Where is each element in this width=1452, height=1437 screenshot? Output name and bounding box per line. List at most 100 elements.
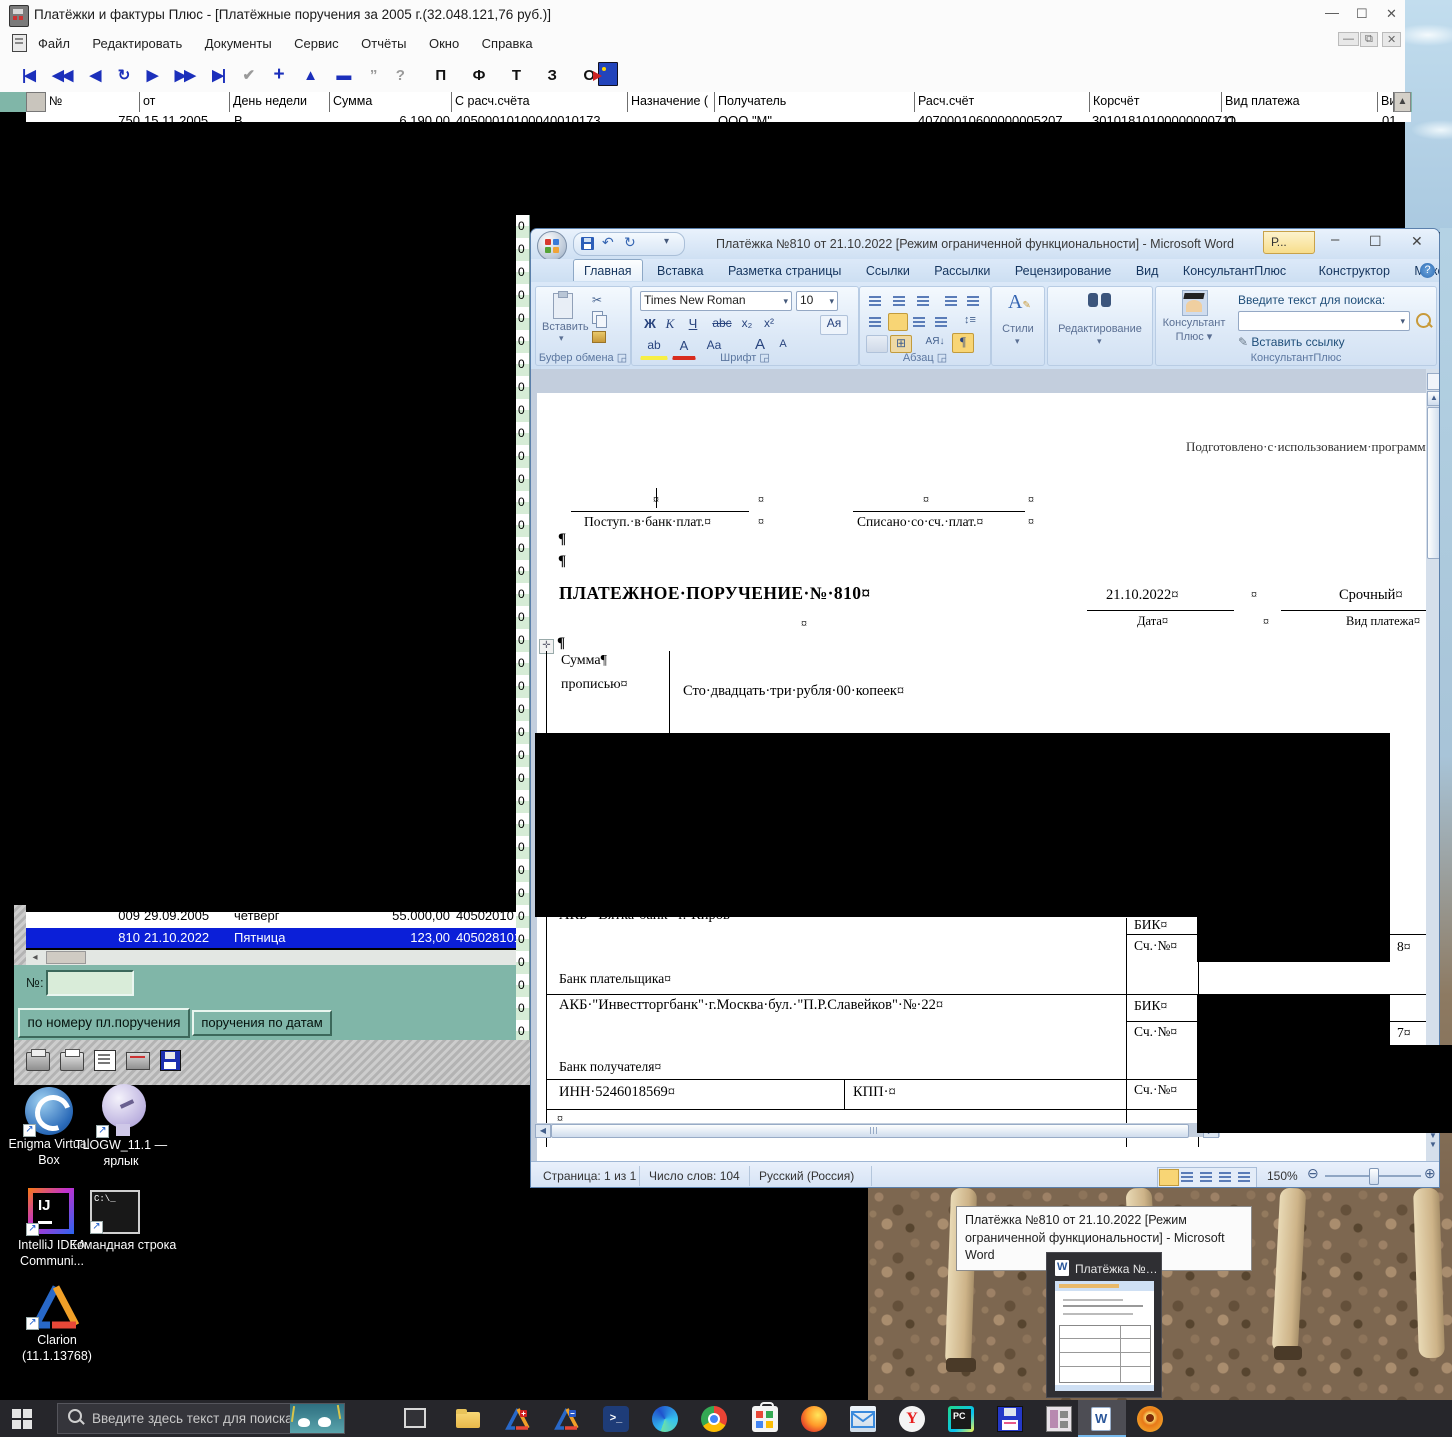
number-input[interactable]: [46, 970, 134, 996]
tab-by-number[interactable]: по номеру пл.поручения: [18, 1008, 190, 1038]
table-row-selected[interactable]: 810 21.10.2022 Пятница 123,00 405028101: [26, 928, 516, 948]
consultant-search-input[interactable]: ▾: [1238, 311, 1410, 331]
zoom-level[interactable]: 150%: [1267, 1169, 1298, 1183]
toolbar-letter-p[interactable]: П: [435, 67, 446, 84]
draft-view-button[interactable]: [1236, 1169, 1254, 1184]
thumbnail-preview[interactable]: [1055, 1281, 1154, 1391]
refresh-button[interactable]: ↻: [118, 67, 129, 84]
col-weekday[interactable]: День недели: [230, 92, 330, 112]
pycharm-icon[interactable]: PC: [948, 1406, 974, 1432]
doc-vscrollbar[interactable]: ▲ ▲▲ ▼▼: [1426, 369, 1440, 1161]
menu-service[interactable]: Сервис: [294, 36, 339, 51]
multilevel-list-button[interactable]: [914, 292, 934, 310]
ruler-toggle-icon[interactable]: [1427, 373, 1440, 390]
font-size-combo[interactable]: 10▾: [796, 291, 838, 311]
tab-consultant[interactable]: КонсультантПлюс: [1173, 260, 1296, 281]
increase-indent-button[interactable]: [964, 292, 984, 310]
printer-icon[interactable]: [126, 1052, 150, 1070]
col-date[interactable]: от: [140, 92, 230, 112]
styles-button[interactable]: A✎ Стили ▾: [992, 291, 1044, 351]
copies-icon[interactable]: [94, 1050, 116, 1071]
col-paytype[interactable]: Вид платежа: [1222, 92, 1378, 112]
editing-button[interactable]: Редактирование ▾: [1048, 291, 1152, 351]
menu-help[interactable]: Справка: [482, 36, 533, 51]
printer-icon[interactable]: [60, 1052, 84, 1071]
next-record-button[interactable]: ▶: [147, 67, 157, 84]
tab-design[interactable]: Конструктор: [1309, 260, 1400, 281]
qat-dropdown-icon[interactable]: ▾: [664, 236, 669, 247]
undo-icon[interactable]: ↶: [602, 234, 614, 251]
add-button[interactable]: +: [274, 64, 285, 85]
decrease-indent-button[interactable]: [942, 292, 962, 310]
status-page[interactable]: Страница: 1 из 1: [543, 1169, 636, 1183]
bold-button[interactable]: Ж: [640, 315, 660, 335]
col-vid[interactable]: Вид: [1378, 92, 1394, 112]
status-language[interactable]: Русский (Россия): [759, 1169, 854, 1183]
quotes-button[interactable]: ”: [370, 67, 378, 84]
insert-link-button[interactable]: ✎ Вставить ссылку: [1238, 335, 1345, 349]
col-receiver[interactable]: Получатель: [715, 92, 915, 112]
dialog-launcher-icon[interactable]: ◲: [937, 352, 947, 364]
desktop-icon-clarion[interactable]: ↗ Clarion (11.1.13768): [2, 1283, 112, 1369]
tab-page-layout[interactable]: Разметка страницы: [718, 260, 851, 281]
explorer-icon[interactable]: [455, 1406, 481, 1432]
mdi-restore-button[interactable]: ⧉: [1360, 32, 1378, 47]
firefox-icon[interactable]: [801, 1406, 827, 1432]
payment-app-icon[interactable]: [1046, 1406, 1072, 1432]
exit-door-icon[interactable]: [598, 62, 618, 86]
format-painter-icon[interactable]: [592, 331, 606, 343]
minimize-button[interactable]: –: [1331, 231, 1339, 248]
save-icon[interactable]: [160, 1050, 181, 1071]
addin-button[interactable]: Р...: [1263, 231, 1315, 254]
app-minimize-button[interactable]: —: [1325, 4, 1339, 20]
taskbar-search[interactable]: Введите здесь текст для поиска: [57, 1403, 345, 1434]
zoom-slider-thumb[interactable]: [1369, 1168, 1379, 1185]
col-sum[interactable]: Сумма: [330, 92, 452, 112]
mail-icon[interactable]: [850, 1406, 876, 1432]
scroll-up-icon[interactable]: ▲: [1427, 391, 1440, 406]
next-page-button[interactable]: ▶▶: [175, 67, 194, 84]
confirm-button[interactable]: ✔: [242, 67, 255, 84]
desktop-icon-tlogw[interactable]: ↗ TLOGW_11.1 — ярлык: [78, 1082, 164, 1172]
line-spacing-button[interactable]: ↕≡: [958, 313, 982, 331]
chrome-icon[interactable]: [701, 1406, 727, 1432]
table-row-prev[interactable]: 009 29.09.2005 четверг 55.000,00 4050201…: [26, 912, 516, 928]
scroll-up-button[interactable]: ▲: [1394, 92, 1411, 112]
consultant-button[interactable]: Консультант Плюс ▾: [1162, 289, 1226, 351]
tab-insert[interactable]: Вставка: [647, 260, 713, 281]
scroll-thumb[interactable]: [46, 951, 86, 964]
printer-icon[interactable]: [26, 1052, 50, 1071]
clarion-blue-icon[interactable]: [554, 1406, 580, 1432]
scroll-thumb[interactable]: [1427, 407, 1440, 559]
redo-icon[interactable]: ↻: [624, 234, 636, 251]
font-name-combo[interactable]: Times New Roman▾: [640, 291, 792, 311]
col-from-account[interactable]: С расч.счёта: [452, 92, 628, 112]
mdi-minimize-button[interactable]: —: [1338, 32, 1359, 46]
web-view-button[interactable]: [1198, 1169, 1216, 1184]
xnview-icon[interactable]: [1137, 1406, 1163, 1432]
menu-file[interactable]: Файл: [38, 36, 70, 51]
cut-icon[interactable]: ✂: [592, 293, 602, 307]
app-close-button[interactable]: ✕: [1386, 6, 1397, 22]
copy-icon[interactable]: [592, 311, 603, 324]
start-button[interactable]: [12, 1409, 32, 1429]
zoom-in-button[interactable]: ⊕: [1424, 1165, 1436, 1182]
mdi-close-button[interactable]: ✕: [1382, 32, 1401, 47]
toolbar-letter-z[interactable]: З: [548, 67, 557, 84]
menu-documents[interactable]: Документы: [205, 36, 272, 51]
app-maximize-button[interactable]: ☐: [1356, 6, 1368, 22]
first-record-button[interactable]: |◀: [22, 67, 34, 84]
tab-by-date[interactable]: поручения по датам: [192, 1010, 332, 1036]
prev-record-button[interactable]: ◀: [90, 67, 100, 84]
col-purpose[interactable]: Назначение (: [628, 92, 715, 112]
tab-mailings[interactable]: Рассылки: [924, 260, 1000, 281]
app-titlebar[interactable]: Платёжки и фактуры Плюс - [Платёжные пор…: [0, 0, 1405, 30]
taskbar-thumbnail[interactable]: W Платёжка №…: [1046, 1252, 1162, 1398]
edge-icon[interactable]: [652, 1406, 678, 1432]
help-button[interactable]: ?: [396, 67, 405, 84]
zoom-out-button[interactable]: ⊖: [1307, 1165, 1319, 1182]
desktop-icon-cmd[interactable]: C:\_ ↗ Командная строка: [76, 1188, 176, 1270]
word-titlebar[interactable]: ↶ ↻ ▾ Платёжка №810 от 21.10.2022 [Режим…: [531, 229, 1440, 259]
toolbar-letter-f[interactable]: Ф: [473, 67, 486, 84]
scroll-left-button[interactable]: ◂: [28, 951, 42, 964]
